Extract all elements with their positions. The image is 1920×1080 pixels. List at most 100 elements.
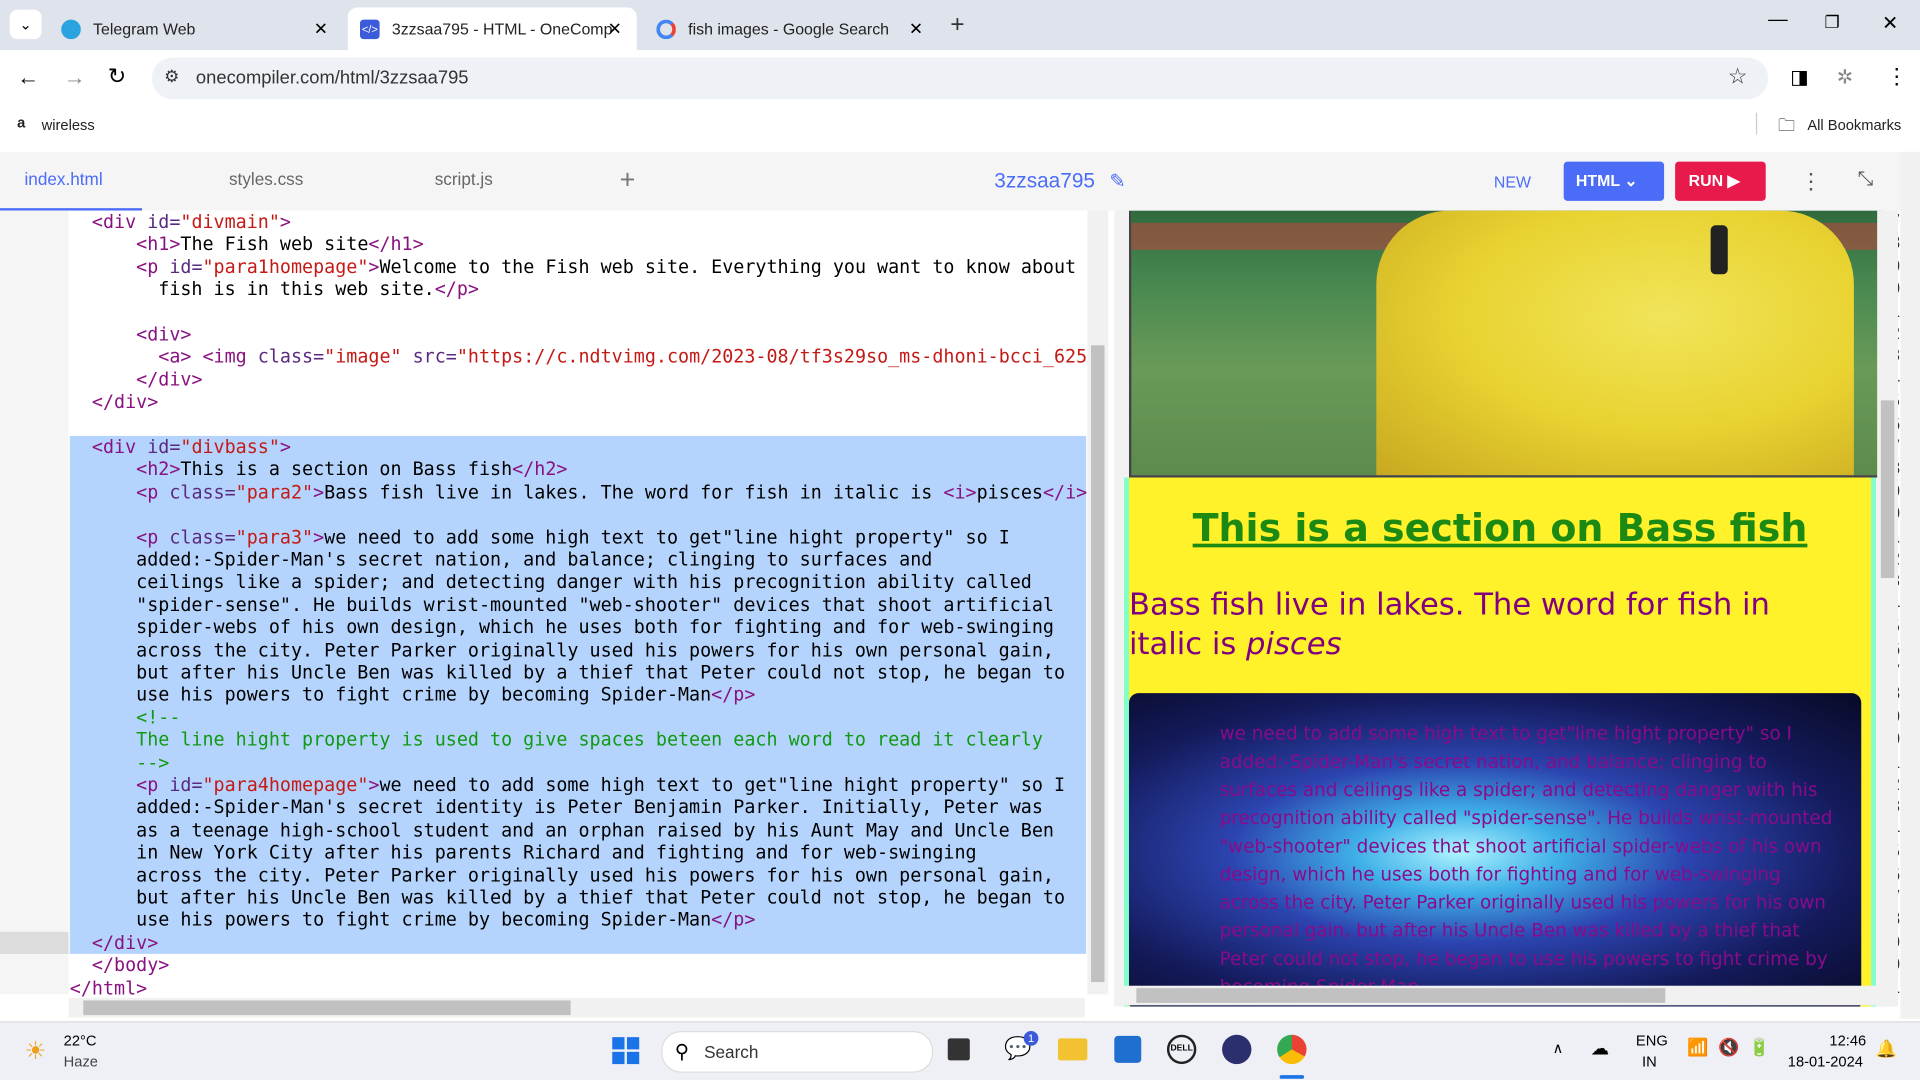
code-line[interactable]: <div id="divmain"> [70, 211, 291, 234]
extension-icon[interactable]: ✲ [1837, 65, 1853, 89]
code-token: </div> [91, 390, 159, 413]
code-line[interactable]: The line hight property is used to give … [70, 729, 1043, 752]
code-line[interactable]: </div> [70, 932, 158, 955]
tab-search-button[interactable]: ⌄ [9, 9, 42, 40]
code-line[interactable]: </body> [70, 954, 169, 977]
clock-date[interactable]: 18-01-2024 [1788, 1053, 1863, 1070]
scrollbar-thumb[interactable] [1880, 400, 1895, 578]
code-line[interactable]: but after his Uncle Ben was killed by a … [70, 887, 1065, 910]
code-line[interactable]: </html> [70, 977, 147, 1000]
browser-tab-onecompiler[interactable]: </> 3zzsaa795 - HTML - OneCompi ✕ [347, 7, 637, 51]
menu-icon[interactable]: ⋮ [1886, 64, 1908, 90]
code-line[interactable]: across the city. Peter Parker originally… [70, 639, 1054, 662]
taskbar-search[interactable]: ⚲ Search [661, 1031, 934, 1073]
restore-button[interactable]: ❐ [1825, 12, 1840, 33]
store-icon[interactable] [1114, 1035, 1142, 1063]
bookmark-wireless[interactable]: wireless [42, 116, 95, 133]
file-tab-index-html[interactable]: index.html [24, 169, 102, 189]
address-bar[interactable]: ⚙ onecompiler.com/html/3zzsaa795 ☆ [151, 57, 1769, 100]
code-line[interactable]: </div> [70, 368, 202, 391]
code-line[interactable]: use his powers to fight crime by becomin… [70, 909, 755, 932]
scrollbar-thumb[interactable] [1136, 988, 1666, 1003]
editor-horizontal-scrollbar[interactable] [68, 997, 1085, 1018]
task-view-icon[interactable] [947, 1038, 970, 1061]
forward-icon[interactable]: → [64, 65, 86, 91]
file-tab-styles-css[interactable]: styles.css [229, 169, 303, 189]
scrollbar-thumb[interactable] [83, 1000, 571, 1016]
preview-vertical-scrollbar[interactable] [1877, 210, 1898, 1007]
edit-pencil-icon[interactable]: ✎ [1109, 169, 1125, 193]
close-tab-icon[interactable]: ✕ [608, 18, 622, 39]
code-line[interactable]: <a> <img class="image" src="https://c.nd… [70, 346, 1098, 369]
file-tab-script-js[interactable]: script.js [435, 169, 493, 189]
preview-horizontal-scrollbar[interactable] [1114, 985, 1878, 1006]
new-button[interactable]: NEW [1494, 173, 1531, 191]
close-window-button[interactable]: ✕ [1882, 11, 1898, 35]
weather-desc[interactable]: Haze [64, 1053, 98, 1070]
collapse-icon[interactable]: ⤡ [1858, 169, 1874, 191]
code-line[interactable]: but after his Uncle Ben was killed by a … [70, 661, 1065, 684]
code-line[interactable]: <div> [70, 323, 191, 346]
cloud-icon[interactable]: ☁ [1591, 1037, 1609, 1059]
code-line[interactable]: use his powers to fight crime by becomin… [70, 684, 755, 707]
code-line[interactable]: <p class="para2">Bass fish live in lakes… [70, 481, 1098, 504]
language-dropdown[interactable]: HTML ⌄ [1563, 161, 1665, 201]
project-name[interactable]: 3zzsaa795 [994, 169, 1095, 193]
reload-icon[interactable]: ↻ [108, 64, 126, 90]
more-options-icon[interactable]: ⋮ [1800, 169, 1822, 195]
notification-bell-icon[interactable]: 🔔 [1876, 1038, 1897, 1059]
clock-time[interactable]: 12:46 [1829, 1032, 1866, 1049]
code-line[interactable]: across the city. Peter Parker originally… [70, 864, 1054, 887]
code-line[interactable]: <div id="divbass"> [70, 436, 291, 459]
editor-vertical-scrollbar[interactable] [1087, 210, 1109, 995]
page-scrollbar[interactable] [1900, 151, 1920, 1019]
minimize-button[interactable]: — [1768, 10, 1788, 32]
code-line[interactable]: </div> [70, 391, 158, 414]
code-line[interactable]: added:-Spider-Man's secret nation, and b… [70, 549, 932, 572]
code-line[interactable]: --> [70, 751, 169, 774]
add-file-button[interactable]: + [620, 164, 636, 196]
code-line[interactable]: <p class="para3">we need to add some hig… [70, 526, 1010, 549]
code-line[interactable]: <p id="para1homepage">Welcome to the Fis… [70, 256, 1076, 279]
code-line[interactable]: fish is in this web site.</p> [70, 278, 479, 301]
new-tab-button[interactable]: + [950, 11, 964, 39]
bookmark-star-icon[interactable]: ☆ [1728, 64, 1748, 90]
code-line[interactable]: spider-webs of his own design, which he … [70, 616, 1054, 639]
chevron-up-icon[interactable]: ∧ [1553, 1040, 1564, 1057]
speaker-muted-icon[interactable]: 🔇 [1718, 1037, 1739, 1058]
close-tab-icon[interactable]: ✕ [314, 18, 328, 39]
url-text[interactable]: onecompiler.com/html/3zzsaa795 [196, 67, 469, 88]
side-panel-icon[interactable]: ◨ [1790, 65, 1809, 89]
region-indicator[interactable]: IN [1642, 1053, 1657, 1070]
browser-tab-strip: ⌄ Telegram Web ✕ </> 3zzsaa795 - HTML - … [0, 0, 1920, 51]
code-line[interactable]: in New York City after his parents Richa… [70, 841, 976, 864]
weather-temp[interactable]: 22°C [64, 1032, 97, 1049]
code-line[interactable]: added:-Spider-Man's secret identity is P… [70, 796, 1043, 819]
back-icon[interactable]: ← [17, 65, 39, 91]
site-info-icon[interactable]: ⚙ [164, 66, 179, 87]
close-tab-icon[interactable]: ✕ [909, 18, 923, 39]
code-token: </h2> [512, 458, 568, 481]
code-line[interactable]: as a teenage high-school student and an … [70, 819, 1054, 842]
code-line[interactable]: <h2>This is a section on Bass fish</h2> [70, 458, 568, 481]
file-explorer-icon[interactable] [1057, 1038, 1088, 1061]
scrollbar-thumb[interactable] [1091, 345, 1105, 983]
code-line[interactable]: <!-- [70, 706, 180, 729]
code-token: id= [147, 210, 181, 233]
eclipse-icon[interactable] [1222, 1034, 1252, 1065]
run-button[interactable]: RUN ▶ [1675, 161, 1766, 201]
browser-tab-google[interactable]: fish images - Google Search ✕ [644, 7, 938, 50]
code-line[interactable]: <h1>The Fish web site</h1> [70, 233, 424, 256]
code-line[interactable]: "spider-sense". He builds wrist-mounted … [70, 594, 1054, 617]
chrome-icon[interactable] [1277, 1034, 1307, 1065]
code-line[interactable]: ceilings like a spider; and detecting da… [70, 571, 1032, 594]
windows-start-icon[interactable] [612, 1037, 640, 1065]
code-line[interactable]: <p id="para4homepage">we need to add som… [70, 774, 1065, 797]
all-bookmarks[interactable]: All Bookmarks [1807, 116, 1901, 133]
wifi-icon[interactable]: 📶 [1687, 1037, 1708, 1058]
language-indicator[interactable]: ENG [1636, 1032, 1668, 1049]
dell-icon[interactable]: DELL [1166, 1034, 1197, 1065]
browser-tab-telegram[interactable]: Telegram Web ✕ [49, 7, 343, 50]
battery-icon[interactable]: 🔋 [1749, 1037, 1770, 1058]
